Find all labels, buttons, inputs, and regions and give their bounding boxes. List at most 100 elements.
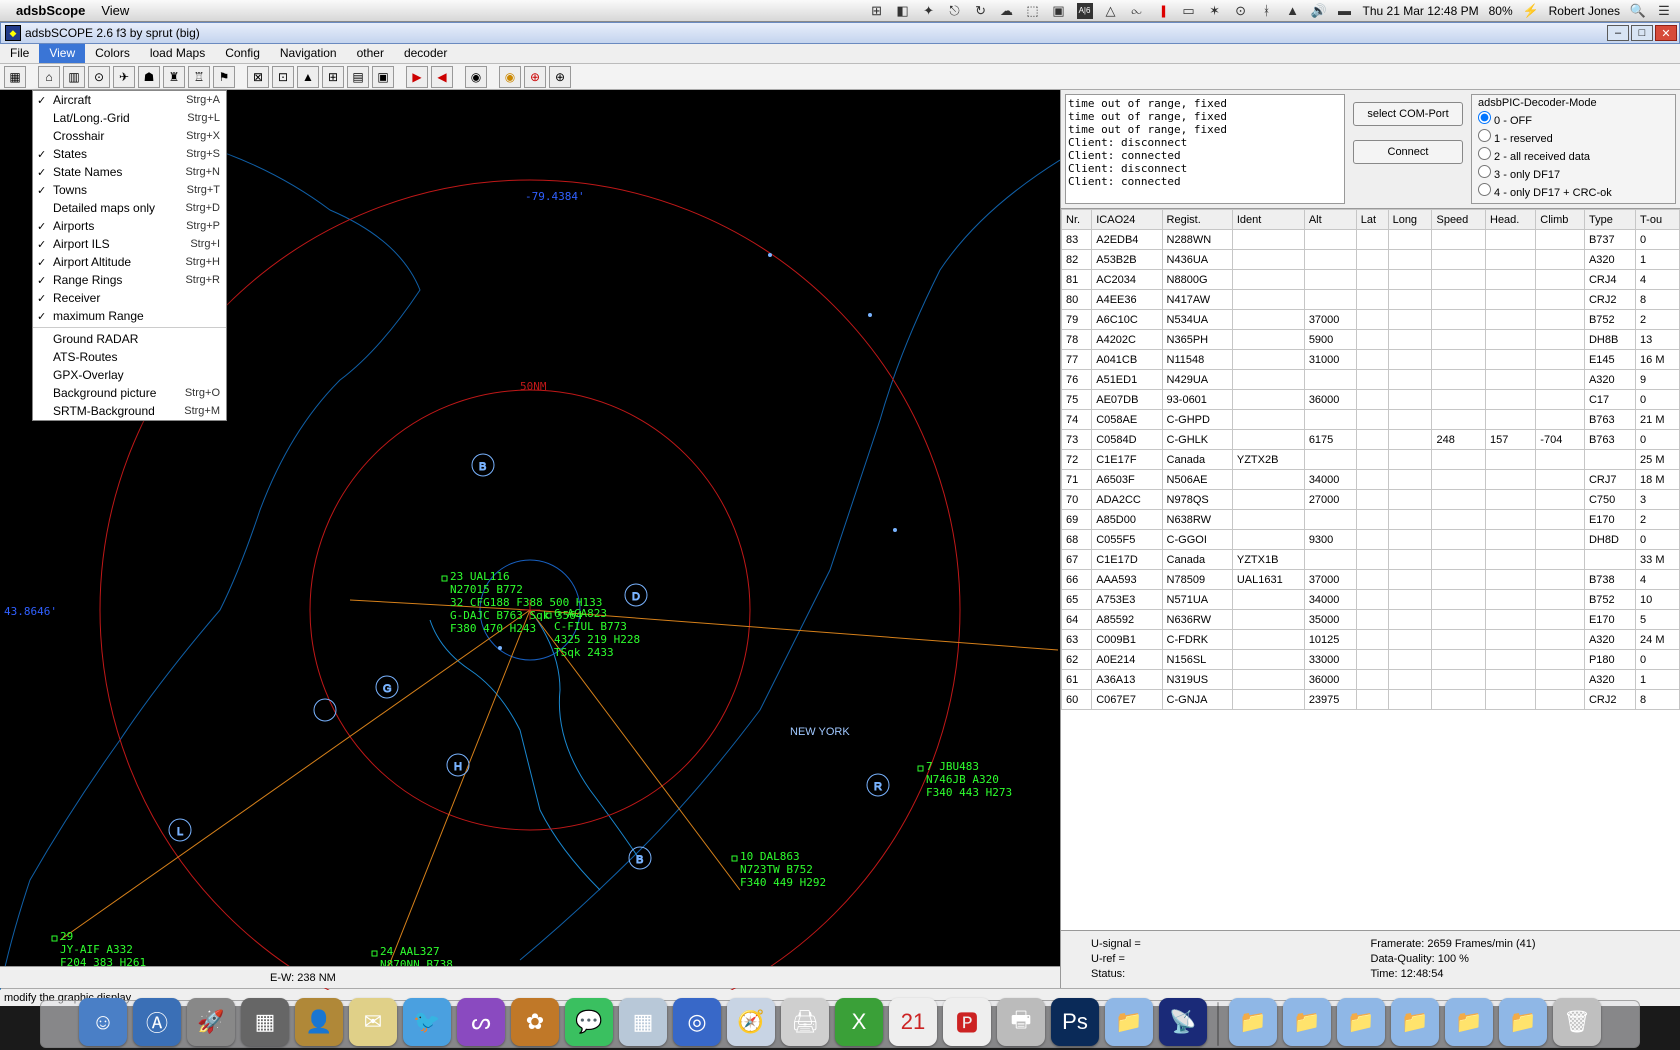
view-menu-item[interactable]: ✓Airport AltitudeStrg+H <box>33 253 226 271</box>
volume-icon[interactable]: 🔊 <box>1311 3 1327 19</box>
dock-app-icon[interactable]: ✿ <box>511 998 559 1046</box>
sync-icon[interactable]: ✶ <box>1207 3 1223 19</box>
view-menu-item[interactable]: ✓Airport ILSStrg+I <box>33 235 226 253</box>
tool-grid-icon[interactable]: ▦ <box>4 66 26 88</box>
column-header[interactable]: ICAO24 <box>1092 210 1162 230</box>
menu-navigation[interactable]: Navigation <box>270 44 347 63</box>
dock-app-icon[interactable]: 🖶 <box>997 998 1045 1046</box>
tray-icon[interactable]: ⬚ <box>1025 3 1041 19</box>
dock-folder-icon[interactable]: 📁 <box>1229 998 1277 1046</box>
table-row[interactable]: 60C067E7C-GNJA23975CRJ28 <box>1062 690 1680 710</box>
dock-safari-icon[interactable]: 🧭 <box>727 998 775 1046</box>
table-row[interactable]: 65A753E3N571UA34000B75210 <box>1062 590 1680 610</box>
mac-clock[interactable]: Thu 21 Mar 12:48 PM <box>1363 4 1479 18</box>
connect-button[interactable]: Connect <box>1353 140 1463 164</box>
airplay-icon[interactable]: ▲ <box>1285 3 1301 19</box>
dock-adsbscope-icon[interactable]: 📡 <box>1159 998 1207 1046</box>
table-row[interactable]: 79A6C10CN534UA37000B7522 <box>1062 310 1680 330</box>
dock-folder-icon[interactable]: 📁 <box>1391 998 1439 1046</box>
table-row[interactable]: 82A53B2BN436UAA3201 <box>1062 250 1680 270</box>
dock-folder-icon[interactable]: 📁 <box>1499 998 1547 1046</box>
mac-battery-pct[interactable]: 80% <box>1489 4 1513 18</box>
close-button[interactable]: ✕ <box>1655 25 1677 41</box>
wifi-icon[interactable]: ⧜ <box>1129 3 1145 19</box>
table-row[interactable]: 66AAA593N78509UAL163137000B7384 <box>1062 570 1680 590</box>
table-row[interactable]: 61A36A13N319US36000A3201 <box>1062 670 1680 690</box>
view-menu-item[interactable]: ✓State NamesStrg+N <box>33 163 226 181</box>
dock-calendar-icon[interactable]: 21 <box>889 998 937 1046</box>
table-row[interactable]: 78A4202CN365PH5900DH8B13 <box>1062 330 1680 350</box>
dock-trash-icon[interactable]: 🗑 <box>1553 998 1601 1046</box>
table-row[interactable]: 72C1E17FCanadaYZTX2B25 M <box>1062 450 1680 470</box>
tool-icon[interactable]: ⊕ <box>549 66 571 88</box>
menu-decoder[interactable]: decoder <box>394 44 457 63</box>
menu-config[interactable]: Config <box>215 44 270 63</box>
table-row[interactable]: 62A0E214N156SL33000P1800 <box>1062 650 1680 670</box>
tool-icon[interactable]: ⊕ <box>524 66 546 88</box>
dock-printer-icon[interactable]: 🖨 <box>781 998 829 1046</box>
table-row[interactable]: 73C0584DC-GHLK6175248157-704B7630 <box>1062 430 1680 450</box>
table-row[interactable]: 83A2EDB4N288WNB7370 <box>1062 230 1680 250</box>
tool-icon[interactable]: ▲ <box>297 66 319 88</box>
table-row[interactable]: 76A51ED1N429UAA3209 <box>1062 370 1680 390</box>
tray-icon[interactable]: ✦ <box>921 3 937 19</box>
view-menu-item[interactable]: ✓AircraftStrg+A <box>33 91 226 109</box>
tool-icon[interactable]: ◉ <box>499 66 521 88</box>
view-menu-item[interactable]: CrosshairStrg+X <box>33 127 226 145</box>
view-menu-item[interactable]: ✓Receiver <box>33 289 226 307</box>
table-row[interactable]: 71A6503FN506AE34000CRJ718 M <box>1062 470 1680 490</box>
column-header[interactable]: Alt <box>1304 210 1356 230</box>
tool-icon[interactable]: ☗ <box>138 66 160 88</box>
tool-icon[interactable]: ⊠ <box>247 66 269 88</box>
view-menu-item[interactable]: GPX-Overlay <box>33 366 226 384</box>
dock-launchpad-icon[interactable]: 🚀 <box>187 998 235 1046</box>
tray-icon[interactable]: ▣ <box>1051 3 1067 19</box>
column-header[interactable]: Climb <box>1536 210 1585 230</box>
view-menu-item[interactable]: Detailed maps onlyStrg+D <box>33 199 226 217</box>
view-menu-item[interactable]: ✓AirportsStrg+P <box>33 217 226 235</box>
view-menu-item[interactable]: Ground RADAR <box>33 330 226 348</box>
table-row[interactable]: 77A041CBN1154831000E14516 M <box>1062 350 1680 370</box>
tray-icon[interactable]: ⎋ <box>947 3 963 19</box>
table-row[interactable]: 74C058AEC-GHPDB76321 M <box>1062 410 1680 430</box>
dock-contacts-icon[interactable]: 👤 <box>295 998 343 1046</box>
view-menu-item[interactable]: ✓Range RingsStrg+R <box>33 271 226 289</box>
tool-icon[interactable]: ▣ <box>372 66 394 88</box>
tool-icon[interactable]: ◀ <box>431 66 453 88</box>
tool-icon[interactable]: ▤ <box>347 66 369 88</box>
battery-icon[interactable]: ▬ <box>1337 3 1353 19</box>
bluetooth-icon[interactable]: ᚼ <box>1259 3 1275 19</box>
menu-file[interactable]: File <box>0 44 39 63</box>
dock-app-icon[interactable]: ▦ <box>619 998 667 1046</box>
tool-icon[interactable]: ⊡ <box>272 66 294 88</box>
dock-finder-icon[interactable]: ☺ <box>79 998 127 1046</box>
view-menu-item[interactable]: Background pictureStrg+O <box>33 384 226 402</box>
column-header[interactable]: Speed <box>1432 210 1486 230</box>
log-textarea[interactable] <box>1065 94 1345 204</box>
dock-folder-icon[interactable]: 📁 <box>1445 998 1493 1046</box>
menu-other[interactable]: other <box>347 44 394 63</box>
tool-icon[interactable]: ⊞ <box>322 66 344 88</box>
menu-view[interactable]: View <box>39 44 85 63</box>
table-row[interactable]: 67C1E17DCanadaYZTX1B33 M <box>1062 550 1680 570</box>
dock-folder-icon[interactable]: 📁 <box>1283 998 1331 1046</box>
table-row[interactable]: 70ADA2CCN978QS27000C7503 <box>1062 490 1680 510</box>
menu-loadmaps[interactable]: load Maps <box>140 44 215 63</box>
tool-icon[interactable]: ✈ <box>113 66 135 88</box>
tray-pause-icon[interactable]: || <box>1155 3 1171 19</box>
dock-excel-icon[interactable]: X <box>835 998 883 1046</box>
tray-drive-icon[interactable]: △ <box>1103 3 1119 19</box>
view-menu-item[interactable]: ✓TownsStrg+T <box>33 181 226 199</box>
tray-icon[interactable]: ⊙ <box>1233 3 1249 19</box>
table-row[interactable]: 80A4EE36N417AWCRJ28 <box>1062 290 1680 310</box>
column-header[interactable]: Lat <box>1356 210 1388 230</box>
decoder-option[interactable]: 1 - reserved <box>1478 129 1669 147</box>
aircraft-table-wrap[interactable]: Nr.ICAO24Regist.IdentAltLatLongSpeedHead… <box>1061 208 1680 930</box>
view-menu-item[interactable]: ✓maximum Range <box>33 307 226 325</box>
dock-app-icon[interactable]: ᔕ <box>457 998 505 1046</box>
tray-icon[interactable]: ⊞ <box>869 3 885 19</box>
table-row[interactable]: 69A85D00N638RWE1702 <box>1062 510 1680 530</box>
tray-icon[interactable]: ☁ <box>999 3 1015 19</box>
tool-icon[interactable]: ⊙ <box>88 66 110 88</box>
tool-icon[interactable]: ⌂ <box>38 66 60 88</box>
